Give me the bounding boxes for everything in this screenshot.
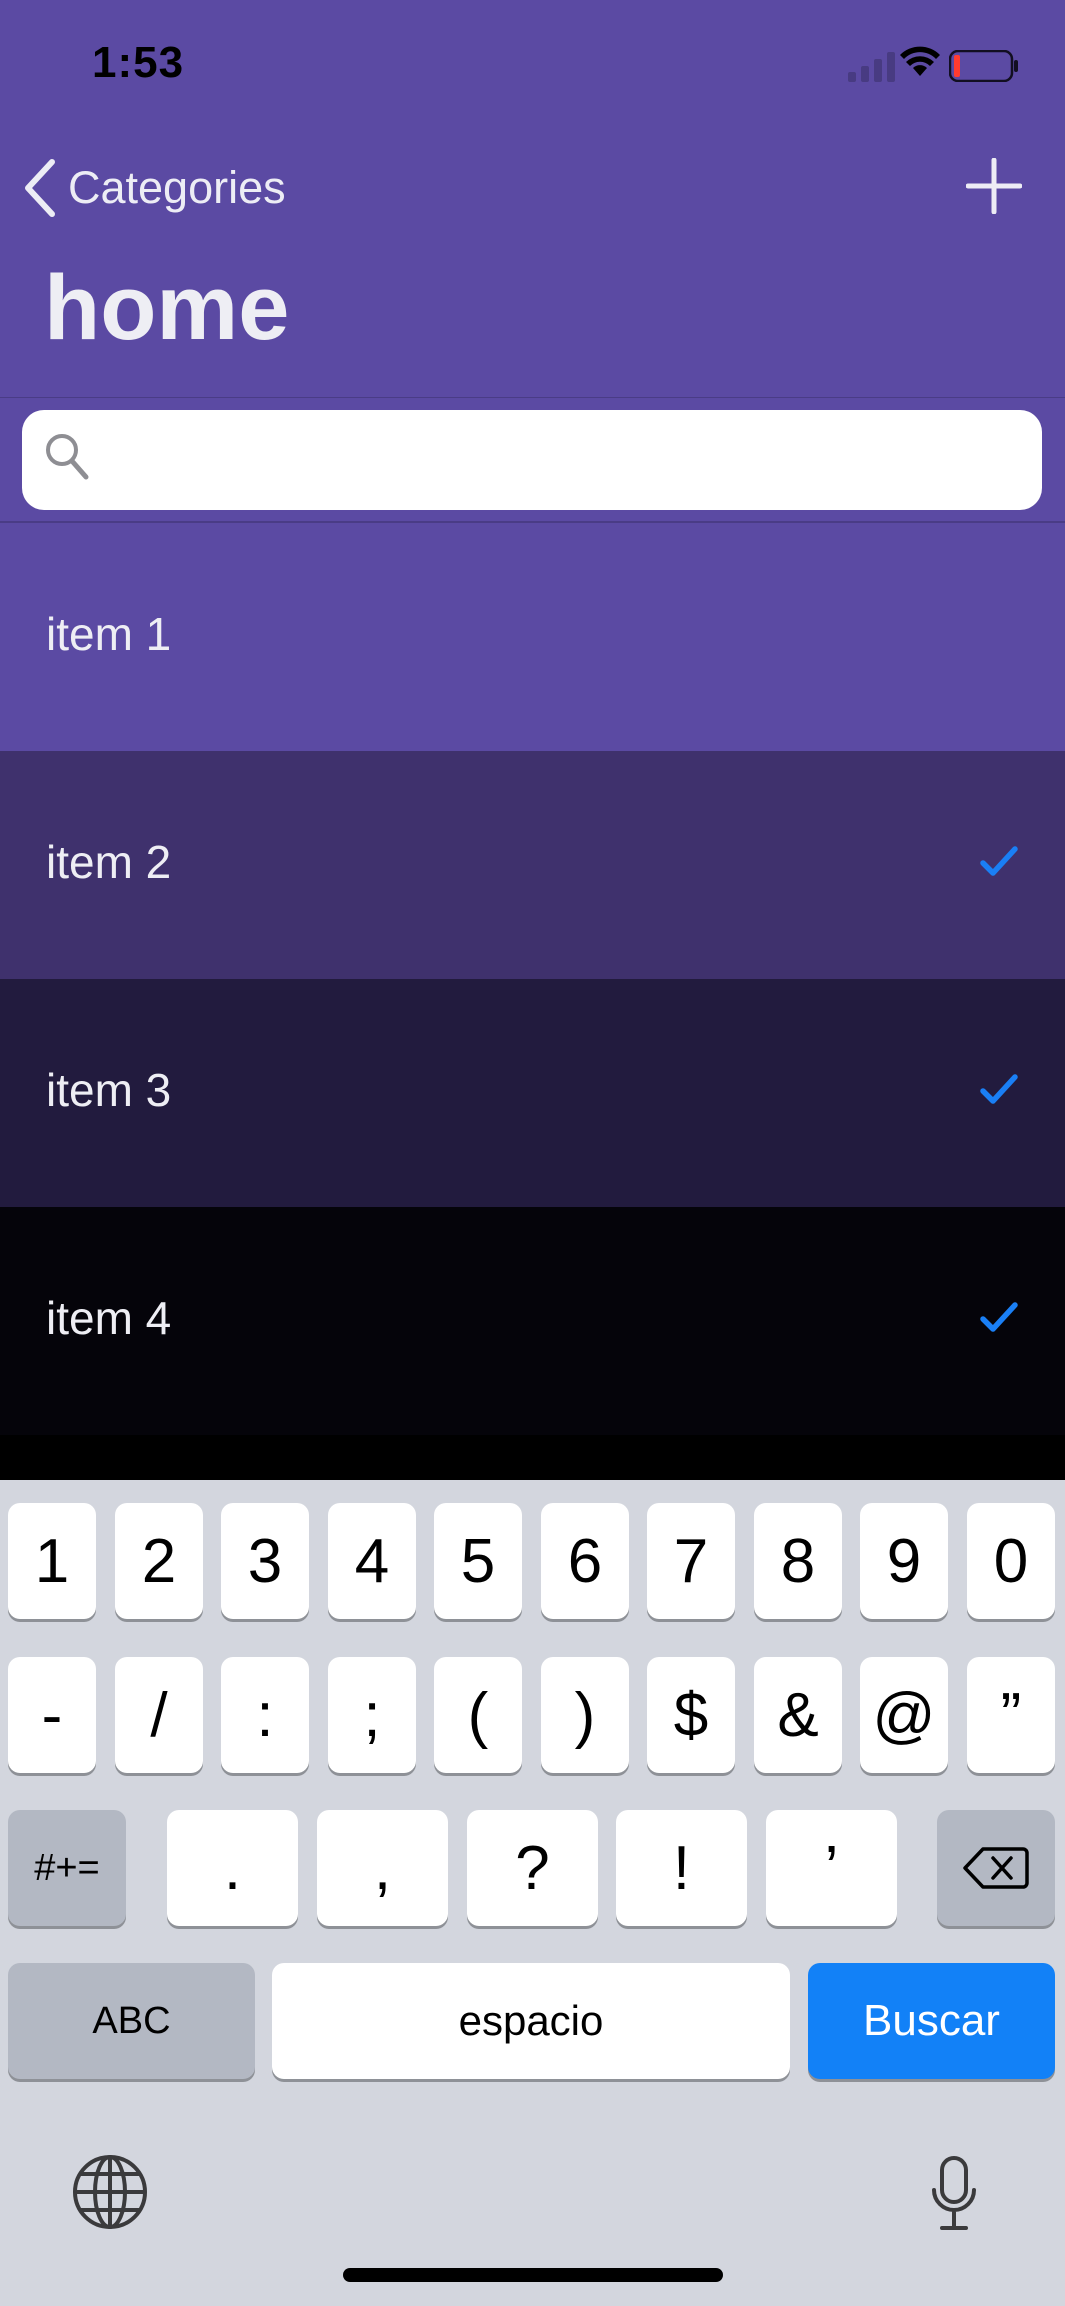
abc-key[interactable]: ABC <box>8 1963 255 2079</box>
key[interactable]: . <box>167 1810 298 1926</box>
globe-icon[interactable] <box>72 2154 148 2230</box>
delete-key[interactable] <box>937 1810 1055 1926</box>
key[interactable]: 3 <box>221 1503 309 1619</box>
key[interactable]: , <box>317 1810 448 1926</box>
key[interactable]: & <box>754 1657 842 1773</box>
list-item-label: item 3 <box>46 1064 172 1116</box>
search-bar-container <box>0 398 1065 522</box>
cellular-signal-icon <box>848 52 895 82</box>
back-button[interactable]: Categories <box>22 156 286 220</box>
list-item-label: item 4 <box>46 1292 172 1344</box>
wifi-icon <box>900 46 940 76</box>
list-item[interactable]: item 4 <box>0 1207 1065 1435</box>
navigation-header: 1:53 Categories home <box>0 0 1065 398</box>
key[interactable]: 8 <box>754 1503 842 1619</box>
page-title: home <box>44 257 290 359</box>
key[interactable]: ; <box>328 1657 416 1773</box>
add-icon[interactable] <box>966 158 1022 214</box>
key[interactable]: - <box>8 1657 96 1773</box>
key[interactable]: 0 <box>967 1503 1055 1619</box>
list-item-label: item 2 <box>46 836 172 888</box>
key[interactable]: ! <box>616 1810 747 1926</box>
search-key[interactable]: Buscar <box>808 1963 1055 2079</box>
list-item[interactable]: item 1 <box>0 523 1065 751</box>
key[interactable]: 6 <box>541 1503 629 1619</box>
key[interactable]: 9 <box>860 1503 948 1619</box>
search-icon <box>46 434 89 480</box>
checkmark-icon <box>980 1302 1018 1332</box>
key[interactable]: / <box>115 1657 203 1773</box>
space-key[interactable]: espacio <box>272 1963 790 2079</box>
battery-icon <box>949 50 1018 82</box>
key[interactable]: 5 <box>434 1503 522 1619</box>
keyboard: 1 2 3 4 5 6 7 8 9 0 - / : ; ( ) $ & @ ” … <box>0 1480 1065 2306</box>
back-button-label: Categories <box>68 162 286 213</box>
symbols-key[interactable]: #+= <box>8 1810 126 1926</box>
key[interactable]: $ <box>647 1657 735 1773</box>
key[interactable]: ) <box>541 1657 629 1773</box>
status-time: 1:53 <box>92 38 185 87</box>
key[interactable]: @ <box>860 1657 948 1773</box>
chevron-left-icon <box>25 159 55 217</box>
search-input[interactable] <box>102 428 1006 494</box>
delete-backspace-icon <box>963 1847 1029 1889</box>
home-indicator <box>343 2268 723 2282</box>
key[interactable]: ” <box>967 1657 1055 1773</box>
list-item[interactable]: item 3 <box>0 979 1065 1207</box>
search-field[interactable] <box>22 410 1042 510</box>
key[interactable]: 1 <box>8 1503 96 1619</box>
key[interactable]: ? <box>467 1810 598 1926</box>
key[interactable]: : <box>221 1657 309 1773</box>
checkmark-icon <box>980 1074 1018 1104</box>
list-item[interactable]: item 2 <box>0 751 1065 979</box>
key[interactable]: 2 <box>115 1503 203 1619</box>
list-item-label: item 1 <box>46 608 172 660</box>
checkmark-icon <box>980 846 1018 876</box>
key[interactable]: ’ <box>766 1810 897 1926</box>
key[interactable]: 7 <box>647 1503 735 1619</box>
microphone-icon[interactable] <box>930 2156 978 2232</box>
key[interactable]: ( <box>434 1657 522 1773</box>
key[interactable]: 4 <box>328 1503 416 1619</box>
